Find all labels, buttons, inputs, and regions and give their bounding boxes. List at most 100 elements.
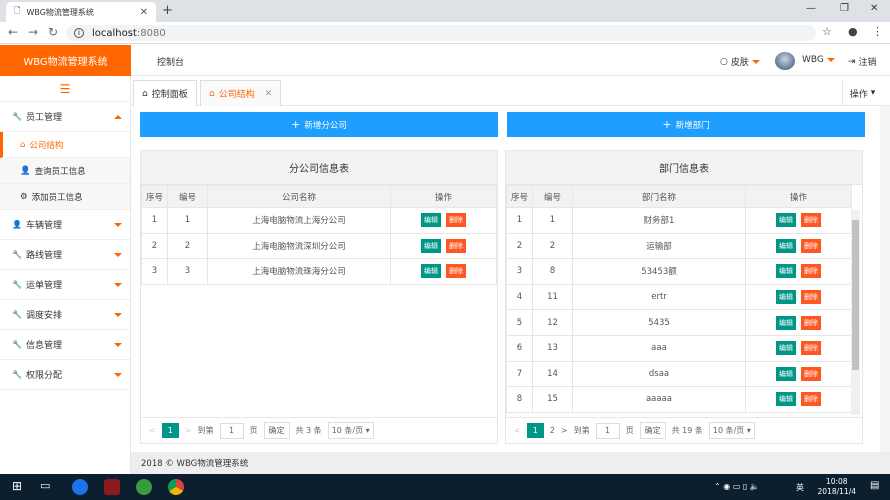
menu-toggle-icon[interactable]: ☰	[0, 76, 130, 102]
delete-button[interactable]: 删除	[801, 213, 821, 228]
sidebar-item-add-staff[interactable]: ⚙ 添加员工信息	[0, 184, 130, 210]
app-s-icon[interactable]	[72, 479, 88, 495]
page-scrollbar[interactable]	[880, 106, 890, 452]
tab-close-icon[interactable]: ✕	[140, 7, 148, 18]
chrome-icon[interactable]	[168, 479, 184, 495]
caret-down-icon	[751, 59, 760, 64]
window-close-icon[interactable]: ✕	[870, 3, 878, 14]
back-icon[interactable]: ←	[8, 25, 18, 39]
sidebar-group-waybill[interactable]: 🔧 运单管理	[0, 270, 130, 300]
delete-button[interactable]: 删除	[801, 341, 821, 356]
page-button[interactable]: 2	[550, 426, 555, 435]
table-row: 1 1 财务部1 编辑 删除	[506, 207, 852, 234]
next-page-button[interactable]: >	[185, 426, 192, 435]
edit-button[interactable]: 编辑	[776, 238, 796, 253]
edit-button[interactable]: 编辑	[421, 238, 441, 253]
url-input[interactable]: i localhost:8080	[66, 25, 816, 41]
account-icon[interactable]: ●	[848, 25, 858, 38]
page-input[interactable]: 1	[219, 422, 244, 439]
new-tab-icon[interactable]: +	[162, 3, 173, 18]
console-link[interactable]: 控制台	[157, 55, 184, 68]
delete-button[interactable]: 删除	[801, 392, 821, 407]
edit-button[interactable]: 编辑	[776, 315, 796, 330]
delete-button[interactable]: 删除	[801, 264, 821, 279]
table-cell: 2	[506, 232, 533, 260]
confirm-button[interactable]: 确定	[639, 422, 666, 439]
edit-button[interactable]: 编辑	[776, 264, 796, 279]
user-menu[interactable]: WBG	[802, 55, 835, 65]
edit-button[interactable]: 编辑	[776, 392, 796, 407]
star-icon[interactable]: ☆	[822, 25, 832, 38]
sidebar-group-dispatch[interactable]: 🔧 调度安排	[0, 300, 130, 330]
tab-console[interactable]: ⌂ 控制面板	[133, 80, 197, 106]
page-button[interactable]: 1	[161, 423, 179, 438]
edit-button[interactable]: 编辑	[776, 341, 796, 356]
delete-button[interactable]: 删除	[801, 366, 821, 381]
dept-table-scrollbar[interactable]	[851, 210, 860, 415]
sidebar-group-route[interactable]: 🔧 路线管理	[0, 240, 130, 270]
delete-button[interactable]: 删除	[801, 238, 821, 253]
dept-table-title: 部门信息表	[506, 151, 862, 185]
reload-icon[interactable]: ↻	[48, 25, 58, 39]
task-view-icon[interactable]: ▭	[40, 479, 50, 492]
branch-pager: < 1 > 到第 1 页 确定 共 3 条 10 条/页 ▾	[141, 417, 497, 443]
ime-indicator[interactable]: 英	[796, 482, 804, 493]
edit-button[interactable]: 编辑	[776, 290, 796, 305]
dept-panel: 部门信息表 序号 编号 部门名称 操作 1 1 财务部1 编辑 删除 2 2 运输部 编辑 删除…	[505, 150, 863, 444]
page-button[interactable]: 1	[526, 423, 544, 438]
logout-link[interactable]: ⇥ 注销	[848, 55, 877, 69]
info-icon[interactable]: i	[74, 28, 84, 38]
skin-menu[interactable]: ○ 皮肤	[720, 55, 760, 68]
sidebar-group-permissions[interactable]: 🔧 权限分配	[0, 360, 130, 390]
edit-button[interactable]: 编辑	[776, 366, 796, 381]
sidebar-item-query-staff[interactable]: 👤 查询员工信息	[0, 158, 130, 184]
forward-icon[interactable]: →	[28, 25, 38, 39]
table-row: 3 8 53453额 编辑 删除	[506, 258, 852, 285]
per-page-select[interactable]: 10 条/页 ▾	[327, 422, 374, 439]
browser-tab[interactable]: 🗋 WBG物流管理系统 ✕	[6, 2, 156, 22]
tab-company-structure[interactable]: ⌂ 公司结构 ✕	[200, 80, 282, 106]
table-row: 3 3 上海电脑物流珠海分公司 编辑 删除	[141, 258, 497, 285]
actions-cell: 编辑 删除	[390, 232, 497, 260]
scroll-thumb[interactable]	[852, 220, 859, 370]
delete-button[interactable]: 删除	[801, 315, 821, 330]
delete-button[interactable]: 删除	[446, 238, 466, 253]
per-page-select[interactable]: 10 条/页 ▾	[708, 422, 755, 439]
goto-label: 到第	[573, 426, 590, 435]
delete-button[interactable]: 删除	[446, 213, 466, 228]
edit-button[interactable]: 编辑	[421, 213, 441, 228]
page-input[interactable]: 1	[595, 422, 620, 439]
sidebar-group-vehicle[interactable]: 👤 车辆管理	[0, 210, 130, 240]
hbuilder-icon[interactable]	[136, 479, 152, 495]
delete-button[interactable]: 删除	[446, 264, 466, 279]
prev-page-button[interactable]: <	[514, 426, 521, 435]
idea-icon[interactable]	[104, 479, 120, 495]
notification-icon[interactable]: ▤	[870, 480, 879, 491]
avatar[interactable]	[775, 52, 795, 70]
clock-time: 10:08	[825, 477, 848, 486]
home-icon: ⌂	[142, 88, 148, 99]
tab-close-icon[interactable]: ✕	[265, 89, 273, 99]
total-count: 共 3 条	[295, 426, 322, 435]
next-page-button[interactable]: >	[561, 426, 568, 435]
tray-icons[interactable]: ⌃ ◉ ▭ ▯ 🔈	[714, 482, 760, 491]
sidebar-group-info[interactable]: 🔧 信息管理	[0, 330, 130, 360]
operations-dropdown[interactable]: 操作 ▾	[842, 80, 882, 106]
table-cell: 1	[532, 207, 573, 234]
column-header: 序号	[506, 185, 533, 208]
restore-icon[interactable]: ❐	[840, 3, 849, 14]
minimize-icon[interactable]: —	[806, 3, 816, 14]
sidebar-item-company-structure[interactable]: ⌂ 公司结构	[0, 132, 130, 158]
windows-start-icon[interactable]: ⊞	[12, 479, 22, 493]
edit-button[interactable]: 编辑	[776, 213, 796, 228]
add-branch-button[interactable]: + 新增分公司	[140, 112, 498, 137]
delete-button[interactable]: 删除	[801, 290, 821, 305]
column-header: 编号	[167, 185, 208, 208]
menu-dots-icon[interactable]: ⋮	[872, 25, 883, 38]
sidebar-group-staff[interactable]: 🔧 员工管理	[0, 102, 130, 132]
edit-button[interactable]: 编辑	[421, 264, 441, 279]
prev-page-button[interactable]: <	[149, 426, 156, 435]
add-dept-button[interactable]: + 新增部门	[507, 112, 865, 137]
confirm-button[interactable]: 确定	[263, 422, 290, 439]
clock[interactable]: 10:08 2018/11/4	[818, 477, 856, 497]
